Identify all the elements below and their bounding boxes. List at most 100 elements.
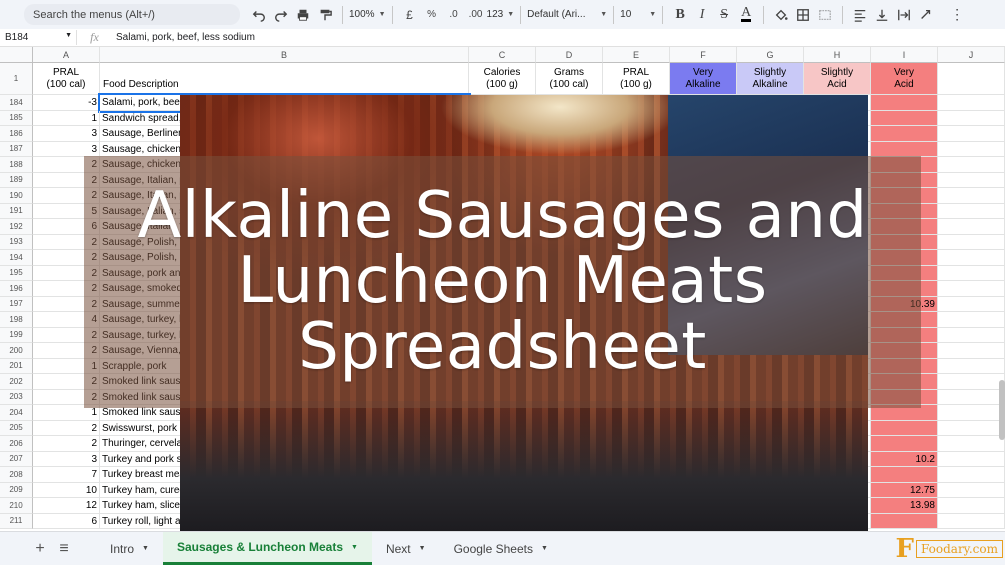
row-number[interactable]: 199 xyxy=(0,327,33,343)
row-number[interactable]: 198 xyxy=(0,312,33,328)
table-cell-a[interactable]: 2 xyxy=(33,436,100,452)
table-cell-j[interactable] xyxy=(938,126,1005,142)
header-cell-h[interactable]: Slightly Acid xyxy=(804,63,871,95)
table-cell-j[interactable] xyxy=(938,436,1005,452)
row-number[interactable]: 209 xyxy=(0,482,33,498)
table-cell-i[interactable] xyxy=(871,95,938,111)
table-cell-j[interactable] xyxy=(938,110,1005,126)
table-cell-j[interactable] xyxy=(938,498,1005,514)
row-number[interactable]: 197 xyxy=(0,296,33,312)
tab-sausages-luncheon-meats[interactable]: Sausages & Luncheon Meats ▼ xyxy=(162,532,372,565)
table-cell-a[interactable]: 7 xyxy=(33,467,100,483)
strikethrough-button[interactable]: S xyxy=(714,4,734,26)
column-header-e[interactable]: E xyxy=(603,47,670,63)
row-number[interactable]: 184 xyxy=(0,95,33,111)
table-cell-j[interactable] xyxy=(938,374,1005,390)
column-header-a[interactable]: A xyxy=(33,47,100,63)
row-number[interactable]: 190 xyxy=(0,188,33,204)
row-number[interactable]: 186 xyxy=(0,126,33,142)
row-number[interactable]: 208 xyxy=(0,467,33,483)
table-cell-j[interactable] xyxy=(938,405,1005,421)
table-cell-a[interactable]: 6 xyxy=(33,513,100,529)
table-cell-i[interactable] xyxy=(871,436,938,452)
row-number[interactable]: 185 xyxy=(0,110,33,126)
more-options-button[interactable]: ⋮ xyxy=(947,4,967,26)
column-header-b[interactable]: B xyxy=(100,47,469,63)
vertical-scrollbar[interactable] xyxy=(999,380,1005,440)
table-cell-j[interactable] xyxy=(938,451,1005,467)
header-cell-i[interactable]: Very Acid xyxy=(871,63,938,95)
table-cell-j[interactable] xyxy=(938,467,1005,483)
row-number[interactable]: 207 xyxy=(0,451,33,467)
italic-button[interactable]: I xyxy=(692,4,712,26)
table-cell-i[interactable] xyxy=(871,110,938,126)
fill-color-button[interactable] xyxy=(771,4,791,26)
table-cell-j[interactable] xyxy=(938,482,1005,498)
header-cell-f[interactable]: Very Alkaline xyxy=(670,63,737,95)
header-cell-g[interactable]: Slightly Alkaline xyxy=(737,63,804,95)
column-header-h[interactable]: H xyxy=(804,47,871,63)
number-format-select[interactable]: 123 ▼ xyxy=(487,9,515,20)
currency-button[interactable]: £ xyxy=(400,4,420,26)
row-number[interactable]: 201 xyxy=(0,358,33,374)
paint-format-button[interactable] xyxy=(315,4,335,26)
table-cell-j[interactable] xyxy=(938,234,1005,250)
table-cell-j[interactable] xyxy=(938,250,1005,266)
row-number[interactable]: 200 xyxy=(0,343,33,359)
column-header-i[interactable]: I xyxy=(871,47,938,63)
table-cell-j[interactable] xyxy=(938,296,1005,312)
row-number[interactable]: 206 xyxy=(0,436,33,452)
table-cell-j[interactable] xyxy=(938,327,1005,343)
table-cell-i[interactable]: 10.2 xyxy=(871,451,938,467)
table-cell-j[interactable] xyxy=(938,219,1005,235)
table-cell-j[interactable] xyxy=(938,281,1005,297)
header-cell-a[interactable]: PRAL (100 cal) xyxy=(33,63,100,95)
name-box[interactable]: B184 ▼ xyxy=(0,32,76,43)
table-cell-a[interactable]: 3 xyxy=(33,141,100,157)
table-cell-i[interactable] xyxy=(871,467,938,483)
header-cell-j[interactable] xyxy=(938,63,1005,95)
header-cell-b[interactable]: Food Description xyxy=(100,63,469,95)
row-number[interactable]: 195 xyxy=(0,265,33,281)
tab-intro[interactable]: Intro ▼ xyxy=(96,532,163,565)
header-cell-d[interactable]: Grams (100 cal) xyxy=(536,63,603,95)
row-number[interactable]: 1 xyxy=(0,63,33,95)
table-cell-j[interactable] xyxy=(938,95,1005,111)
table-cell-a[interactable]: 10 xyxy=(33,482,100,498)
row-number[interactable]: 204 xyxy=(0,405,33,421)
tab-google-sheets[interactable]: Google Sheets ▼ xyxy=(440,532,562,565)
font-select[interactable]: Default (Ari... ▼ xyxy=(527,9,607,20)
table-cell-i[interactable] xyxy=(871,141,938,157)
row-number[interactable]: 191 xyxy=(0,203,33,219)
row-number[interactable]: 205 xyxy=(0,420,33,436)
zoom-select[interactable]: 100% ▼ xyxy=(349,9,386,20)
decrease-decimal-button[interactable]: .0 xyxy=(444,4,464,26)
table-cell-j[interactable] xyxy=(938,312,1005,328)
table-cell-a[interactable]: 3 xyxy=(33,126,100,142)
vertical-align-button[interactable] xyxy=(872,4,892,26)
increase-decimal-button[interactable]: .00 xyxy=(466,4,486,26)
table-cell-j[interactable] xyxy=(938,172,1005,188)
percent-button[interactable]: % xyxy=(422,4,442,26)
table-cell-i[interactable] xyxy=(871,126,938,142)
table-cell-a[interactable]: 3 xyxy=(33,451,100,467)
table-cell-i[interactable] xyxy=(871,420,938,436)
row-number[interactable]: 187 xyxy=(0,141,33,157)
row-number[interactable]: 203 xyxy=(0,389,33,405)
print-button[interactable] xyxy=(293,4,313,26)
table-cell-j[interactable] xyxy=(938,389,1005,405)
table-cell-i[interactable]: 13.98 xyxy=(871,498,938,514)
column-header-c[interactable]: C xyxy=(469,47,536,63)
row-number[interactable]: 189 xyxy=(0,172,33,188)
borders-button[interactable] xyxy=(793,4,813,26)
table-cell-a[interactable]: -3 xyxy=(33,95,100,111)
merge-cells-button[interactable] xyxy=(815,4,835,26)
formula-input[interactable]: Salami, pork, beef, less sodium xyxy=(112,32,255,43)
text-wrap-button[interactable] xyxy=(894,4,914,26)
row-number[interactable]: 211 xyxy=(0,513,33,529)
table-cell-j[interactable] xyxy=(938,343,1005,359)
row-number[interactable]: 193 xyxy=(0,234,33,250)
row-number[interactable]: 202 xyxy=(0,374,33,390)
table-cell-j[interactable] xyxy=(938,188,1005,204)
bold-button[interactable]: B xyxy=(670,4,690,26)
